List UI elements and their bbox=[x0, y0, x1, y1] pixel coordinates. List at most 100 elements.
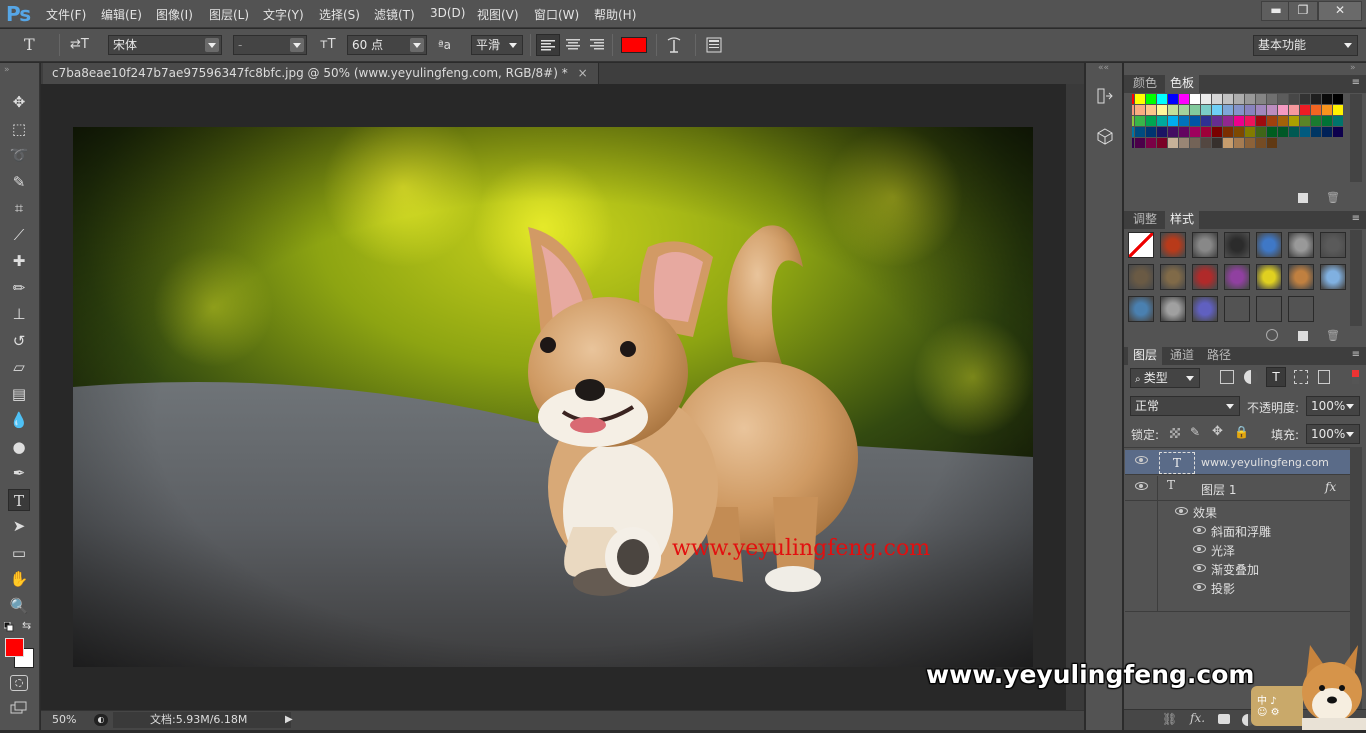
color-swatch[interactable] bbox=[1168, 94, 1178, 104]
collapse-panels-icon[interactable]: » bbox=[1350, 63, 1356, 73]
color-swatch[interactable] bbox=[1300, 105, 1310, 115]
tab-channels[interactable]: 通道 bbox=[1165, 347, 1199, 365]
style-preset[interactable] bbox=[1320, 264, 1346, 290]
color-swatch[interactable] bbox=[1267, 105, 1277, 115]
color-swatch[interactable] bbox=[1300, 127, 1310, 137]
style-preset[interactable] bbox=[1288, 232, 1314, 258]
layer-row-watermark[interactable]: T www.yeyulingfeng.com bbox=[1125, 450, 1350, 475]
style-preset[interactable] bbox=[1256, 232, 1282, 258]
swatch-grid[interactable] bbox=[1124, 94, 1349, 176]
panel-menu-icon[interactable]: ≡ bbox=[1352, 349, 1360, 360]
style-preset[interactable] bbox=[1320, 232, 1346, 258]
layer-name[interactable]: www.yeyulingfeng.com bbox=[1201, 456, 1329, 469]
eyedropper-tool[interactable]: ⟋ bbox=[8, 224, 30, 246]
add-style-icon[interactable]: fx. bbox=[1190, 711, 1205, 725]
layer-name[interactable]: 图层 1 bbox=[1201, 481, 1236, 498]
dodge-tool[interactable]: ● bbox=[8, 436, 30, 458]
menu-image[interactable]: 图像(I) bbox=[156, 6, 193, 23]
color-swatch[interactable] bbox=[1179, 127, 1189, 137]
color-swatch[interactable] bbox=[1168, 127, 1178, 137]
hand-tool[interactable]: ✋ bbox=[8, 568, 30, 590]
menu-edit[interactable]: 编辑(E) bbox=[101, 6, 142, 23]
document-tab[interactable]: c7ba8eae10f247b7ae97596347fc8bfc.jpg @ 5… bbox=[43, 63, 599, 84]
font-family-select[interactable]: 宋体 bbox=[108, 35, 222, 55]
text-orientation-icon[interactable]: ⇄T bbox=[70, 35, 89, 55]
color-swatch[interactable] bbox=[1333, 94, 1343, 104]
color-swatch[interactable] bbox=[1212, 94, 1222, 104]
lock-transparency-icon[interactable] bbox=[1170, 428, 1180, 438]
swap-colors-icon[interactable]: ⇆ bbox=[22, 619, 31, 632]
color-swatch[interactable] bbox=[1223, 127, 1233, 137]
color-swatch[interactable] bbox=[1190, 94, 1200, 104]
clear-style-icon[interactable] bbox=[1266, 329, 1278, 341]
color-swatch[interactable] bbox=[1311, 94, 1321, 104]
color-swatch[interactable] bbox=[1157, 138, 1167, 148]
close-tab-icon[interactable]: × bbox=[578, 66, 588, 80]
color-swatch[interactable] bbox=[1289, 127, 1299, 137]
color-swatch[interactable] bbox=[1245, 105, 1255, 115]
lock-position-icon[interactable]: ✥ bbox=[1212, 424, 1223, 439]
marquee-tool[interactable]: ⬚ bbox=[8, 118, 30, 140]
color-swatch[interactable] bbox=[1278, 94, 1288, 104]
swatch-scrollbar[interactable] bbox=[1350, 94, 1362, 182]
color-swatch[interactable] bbox=[1267, 127, 1277, 137]
visibility-eye-icon[interactable] bbox=[1193, 545, 1206, 553]
history-brush-tool[interactable]: ↺ bbox=[8, 330, 30, 352]
style-preset[interactable] bbox=[1128, 296, 1154, 322]
document-image[interactable] bbox=[73, 127, 1033, 667]
zoom-tool[interactable]: 🔍 bbox=[8, 595, 30, 617]
color-swatch[interactable] bbox=[1146, 116, 1156, 126]
color-swatch[interactable] bbox=[1256, 127, 1266, 137]
filter-toggle[interactable] bbox=[1352, 370, 1359, 384]
color-swatch[interactable] bbox=[1278, 116, 1288, 126]
gradient-tool[interactable]: ▤ bbox=[8, 383, 30, 405]
filter-type-icon[interactable]: T bbox=[1266, 367, 1286, 387]
color-swatch[interactable] bbox=[1135, 127, 1145, 137]
style-preset[interactable] bbox=[1224, 296, 1250, 322]
menu-type[interactable]: 文字(Y) bbox=[263, 6, 304, 23]
effect-bevel-emboss[interactable]: 斜面和浮雕 bbox=[1211, 523, 1271, 540]
color-swatch[interactable] bbox=[1212, 105, 1222, 115]
color-swatch[interactable] bbox=[1245, 94, 1255, 104]
color-swatch[interactable] bbox=[1333, 116, 1343, 126]
color-swatch[interactable] bbox=[1322, 94, 1332, 104]
layer-row-layer1[interactable]: T 图层 1 fx bbox=[1125, 476, 1350, 501]
style-preset[interactable] bbox=[1160, 264, 1186, 290]
color-swatch[interactable] bbox=[1190, 127, 1200, 137]
style-preset[interactable] bbox=[1224, 232, 1250, 258]
collapse-toolbox-icon[interactable]: » bbox=[4, 65, 10, 75]
color-swatch[interactable] bbox=[1201, 127, 1211, 137]
effect-drop-shadow[interactable]: 投影 bbox=[1211, 580, 1235, 597]
visibility-eye-icon[interactable] bbox=[1135, 482, 1148, 490]
color-swatch[interactable] bbox=[1212, 138, 1222, 148]
color-swatch[interactable] bbox=[1179, 105, 1189, 115]
color-swatch[interactable] bbox=[1256, 94, 1266, 104]
styles-grid[interactable] bbox=[1124, 230, 1349, 326]
color-swatch[interactable] bbox=[1256, 116, 1266, 126]
color-swatch[interactable] bbox=[1146, 94, 1156, 104]
color-swatch[interactable] bbox=[1245, 116, 1255, 126]
style-preset[interactable] bbox=[1128, 264, 1154, 290]
color-swatch[interactable] bbox=[1135, 105, 1145, 115]
filter-smartobject-icon[interactable] bbox=[1318, 370, 1330, 384]
filter-pixel-icon[interactable] bbox=[1220, 370, 1234, 384]
color-swatch[interactable] bbox=[1168, 138, 1178, 148]
color-swatch[interactable] bbox=[1267, 94, 1277, 104]
color-swatch[interactable] bbox=[1157, 94, 1167, 104]
color-swatch[interactable] bbox=[1245, 138, 1255, 148]
color-swatch[interactable] bbox=[1311, 116, 1321, 126]
visibility-eye-icon[interactable] bbox=[1193, 583, 1206, 591]
color-swatch[interactable] bbox=[1212, 116, 1222, 126]
color-swatch[interactable] bbox=[1322, 127, 1332, 137]
style-preset[interactable] bbox=[1192, 296, 1218, 322]
align-left-button[interactable] bbox=[536, 34, 560, 56]
style-preset[interactable] bbox=[1256, 296, 1282, 322]
layer-filter-select[interactable]: ⌕ 类型 bbox=[1130, 368, 1200, 388]
brush-tool[interactable]: ✏ bbox=[8, 277, 30, 299]
visibility-eye-icon[interactable] bbox=[1193, 564, 1206, 572]
watermark-text-layer[interactable]: www.yeyulingfeng.com bbox=[672, 536, 930, 561]
style-preset[interactable] bbox=[1256, 264, 1282, 290]
panel-menu-icon[interactable]: ≡ bbox=[1352, 213, 1360, 224]
color-swatch[interactable] bbox=[1190, 116, 1200, 126]
color-swatch[interactable] bbox=[1135, 116, 1145, 126]
